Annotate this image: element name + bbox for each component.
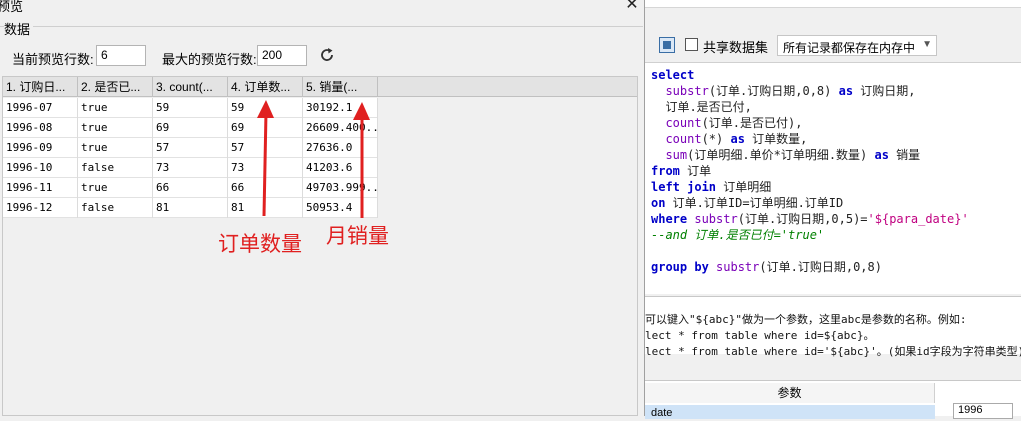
- table-cell: true: [78, 138, 153, 158]
- table-cell: true: [78, 98, 153, 118]
- order-count-arrowhead: [257, 100, 274, 118]
- sql-editor-window: 共享数据集 所有记录都保存在内存中 ▼ select substr(订单.订购日…: [645, 0, 1021, 419]
- table-cell: 66: [153, 178, 228, 198]
- chevron-down-icon: ▼: [922, 39, 932, 50]
- code-line: substr(订单.订购日期,0,8) as 订购日期,: [665, 84, 916, 98]
- parameters-panel: 参数 date 1996: [645, 380, 1021, 419]
- table-cell: false: [78, 158, 153, 178]
- column-header[interactable]: 4. 订单数...: [228, 77, 303, 97]
- table-cell: false: [78, 198, 153, 218]
- column-header[interactable]: 3. count(...: [153, 77, 228, 97]
- code-line: left join 订单明细: [651, 180, 772, 194]
- storage-mode-select[interactable]: 所有记录都保存在内存中 ▼: [777, 35, 937, 56]
- code-line: 订单.是否已付,: [651, 100, 752, 114]
- table-cell: 59: [153, 98, 228, 118]
- parameter-value-input[interactable]: 1996: [953, 403, 1013, 419]
- annotation-monthly-sales: 月销量: [326, 225, 389, 248]
- code-line: on 订单.订单ID=订单明细.订单ID: [651, 196, 844, 210]
- code-line: sum(订单明细.单价*订单明细.数量) as 销量: [665, 148, 921, 162]
- table-cell: 69: [153, 118, 228, 138]
- code-line: group by substr(订单.订购日期,0,8): [651, 260, 882, 274]
- data-group-label: 数据: [4, 19, 34, 38]
- code-line-comment: --and 订单.是否已付='true': [651, 228, 825, 242]
- parameter-hint: 可以键入"${abc}"做为一个参数，这里abc是参数的名称。例如: lect …: [645, 296, 1021, 358]
- table-cell: 1996-08: [3, 118, 78, 138]
- code-line: select: [651, 68, 695, 82]
- code-line: where substr(订单.订购日期,0,5)='${para_date}': [651, 212, 969, 226]
- table-cell: 1996-11: [3, 178, 78, 198]
- hint-line: lect * from table where id=${abc}。: [645, 329, 875, 342]
- annotation-order-count: 订单数量: [218, 233, 302, 256]
- table-cell: 1996-12: [3, 198, 78, 218]
- preview-dialog: 预览 ✕ 数据 当前预览行数: 6 最大的预览行数: 200 1. 订购日...…: [0, 0, 645, 416]
- sql-code-editor[interactable]: select substr(订单.订购日期,0,8) as 订购日期, 订单.是…: [645, 62, 1021, 333]
- annotation-arrows: [257, 100, 370, 218]
- table-cell: 81: [153, 198, 228, 218]
- code-line: count(订单.是否已付),: [665, 116, 803, 130]
- table-cell: 1996-09: [3, 138, 78, 158]
- dataset-icon[interactable]: [659, 37, 675, 53]
- refresh-icon[interactable]: [318, 46, 336, 64]
- table-cell: true: [78, 118, 153, 138]
- monthly-sales-arrowhead: [353, 102, 370, 120]
- grid-header: 1. 订购日... 2. 是否已... 3. count(... 4. 订单数.…: [3, 77, 637, 97]
- dialog-title: 预览: [0, 0, 24, 14]
- parameter-row[interactable]: date: [645, 405, 935, 419]
- column-header[interactable]: 1. 订购日...: [3, 77, 78, 97]
- editor-toolbar: 共享数据集 所有记录都保存在内存中 ▼: [645, 30, 1021, 60]
- max-rows-label: 最大的预览行数:: [162, 52, 257, 67]
- table-cell: 1996-07: [3, 98, 78, 118]
- share-dataset-label: 共享数据集: [703, 40, 769, 55]
- column-header[interactable]: 2. 是否已...: [78, 77, 153, 97]
- code-line: from 订单: [651, 164, 712, 178]
- parameters-header: 参数: [645, 383, 935, 403]
- table-cell: 73: [153, 158, 228, 178]
- max-rows-field[interactable]: 200: [257, 45, 307, 66]
- close-icon[interactable]: ✕: [622, 0, 642, 15]
- current-rows-field[interactable]: 6: [96, 45, 146, 66]
- window-top-strip: [645, 0, 1021, 8]
- column-header[interactable]: 5. 销量(...: [303, 77, 378, 97]
- current-rows-label: 当前预览行数:: [12, 52, 94, 67]
- share-dataset-checkbox[interactable]: [685, 38, 698, 51]
- hint-line: 可以键入"${abc}"做为一个参数，这里abc是参数的名称。例如:: [645, 313, 967, 326]
- storage-mode-value: 所有记录都保存在内存中: [783, 41, 916, 55]
- hint-line: lect * from table where id='${abc}'。(如果i…: [645, 345, 1021, 358]
- table-cell: true: [78, 178, 153, 198]
- order-count-arrow: [262, 111, 268, 217]
- code-line: count(*) as 订单数量,: [665, 132, 808, 146]
- table-cell: 57: [153, 138, 228, 158]
- table-cell: 1996-10: [3, 158, 78, 178]
